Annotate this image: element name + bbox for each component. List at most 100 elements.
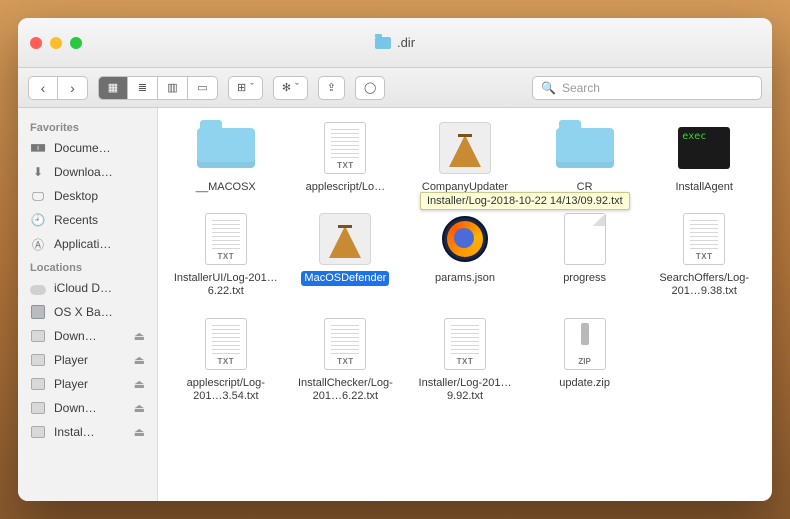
file-item[interactable]: progress	[529, 213, 641, 299]
file-grid: __MACOSXapplescript/Lo…CompanyUpdaterCRe…	[158, 108, 772, 501]
file-label: InstallChecker/Log-201…6.22.txt	[290, 376, 402, 404]
sidebar-item-osx[interactable]: OS X Ba…	[18, 300, 157, 324]
file-label: progress	[560, 271, 609, 286]
eject-icon[interactable]: ⏏	[134, 353, 145, 367]
file-item[interactable]: InstallerUI/Log-201…6.22.txt	[170, 213, 282, 299]
file-label: applescript/Log-201…3.54.txt	[170, 376, 282, 404]
file-item[interactable]: MacOSDefender	[290, 213, 402, 299]
folder-icon	[375, 37, 391, 49]
window-body: Favorites 🀰Docume… ⬇Downloa… 🖵Desktop 🕘R…	[18, 108, 772, 501]
finder-window: .dir ‹ › ▦ ≣ ▥ ▭ ⊞ˇ ✻ˇ ⇪ ◯ 🔍 Search Favo…	[18, 18, 772, 501]
view-switcher: ▦ ≣ ▥ ▭	[98, 76, 218, 100]
arrange-menu[interactable]: ⊞ˇ	[228, 76, 263, 100]
sidebar-item-volume[interactable]: Player⏏	[18, 372, 157, 396]
sidebar-item-recents[interactable]: 🕘Recents	[18, 208, 157, 232]
window-controls	[30, 37, 82, 49]
file-item[interactable]: params.json	[409, 213, 521, 299]
file-label: Installer/Log-201…9.92.txt	[409, 376, 521, 404]
action-menu[interactable]: ✻ˇ	[273, 76, 308, 100]
sidebar-item-icloud[interactable]: iCloud D…	[18, 276, 157, 300]
eject-icon[interactable]: ⏏	[134, 377, 145, 391]
file-item[interactable]: CompanyUpdater	[409, 122, 521, 195]
search-field[interactable]: 🔍 Search	[532, 76, 762, 100]
file-label: MacOSDefender	[301, 271, 389, 286]
nav-buttons: ‹ ›	[28, 76, 88, 100]
share-icon: ⇪	[327, 81, 336, 94]
file-label: applescript/Lo…	[303, 180, 389, 195]
cloud-icon	[30, 280, 46, 296]
sidebar-item-desktop[interactable]: 🖵Desktop	[18, 184, 157, 208]
list-view-button[interactable]: ≣	[128, 76, 158, 100]
chevron-down-icon: ˇ	[295, 82, 299, 94]
zip-file-icon	[564, 318, 606, 370]
clock-icon: 🕘	[30, 212, 46, 228]
txt-file-icon	[444, 318, 486, 370]
forward-button[interactable]: ›	[58, 76, 88, 100]
close-button[interactable]	[30, 37, 42, 49]
sidebar-item-downloads[interactable]: ⬇Downloa…	[18, 160, 157, 184]
drive-icon	[30, 424, 46, 440]
drive-icon	[30, 328, 46, 344]
tags-button[interactable]: ◯	[355, 76, 385, 100]
eject-icon[interactable]: ⏏	[134, 425, 145, 439]
file-label: update.zip	[556, 376, 613, 391]
disk-icon	[30, 304, 46, 320]
search-icon: 🔍	[541, 81, 556, 95]
file-label: params.json	[432, 271, 498, 286]
downloads-icon: ⬇	[30, 164, 46, 180]
file-item[interactable]: applescript/Log-201…3.54.txt	[170, 318, 282, 404]
titlebar: .dir	[18, 18, 772, 68]
drive-icon	[30, 400, 46, 416]
folder-icon	[197, 128, 255, 168]
icon-view-button[interactable]: ▦	[98, 76, 128, 100]
chevron-left-icon: ‹	[41, 81, 46, 95]
app-icon	[319, 213, 371, 265]
back-button[interactable]: ‹	[28, 76, 58, 100]
tooltip: Installer/Log-2018-10-22 14/13/09.92.txt	[420, 192, 630, 210]
doc-icon: 🀰	[30, 140, 46, 156]
file-item[interactable]: Installer/Log-201…9.92.txt	[409, 318, 521, 404]
gear-icon: ✻	[282, 81, 291, 94]
txt-file-icon	[205, 213, 247, 265]
sidebar-item-volume[interactable]: Instal…⏏	[18, 420, 157, 444]
app-icon	[439, 122, 491, 174]
toolbar: ‹ › ▦ ≣ ▥ ▭ ⊞ˇ ✻ˇ ⇪ ◯ 🔍 Search	[18, 68, 772, 108]
exec-icon: exec	[678, 127, 730, 169]
sidebar-item-documents[interactable]: 🀰Docume…	[18, 136, 157, 160]
sidebar-item-volume[interactable]: Player⏏	[18, 348, 157, 372]
sidebar: Favorites 🀰Docume… ⬇Downloa… 🖵Desktop 🕘R…	[18, 108, 158, 501]
eject-icon[interactable]: ⏏	[134, 401, 145, 415]
grid-icon: ⊞	[237, 81, 246, 94]
file-item[interactable]: __MACOSX	[170, 122, 282, 195]
column-view-button[interactable]: ▥	[158, 76, 188, 100]
gallery-view-button[interactable]: ▭	[188, 76, 218, 100]
file-item[interactable]: InstallChecker/Log-201…6.22.txt	[290, 318, 402, 404]
file-item[interactable]: SearchOffers/Log-201…9.38.txt	[648, 213, 760, 299]
tag-icon: ◯	[364, 81, 376, 94]
file-label: __MACOSX	[193, 180, 259, 195]
share-button[interactable]: ⇪	[318, 76, 345, 100]
file-label: SearchOffers/Log-201…9.38.txt	[648, 271, 760, 299]
search-placeholder: Search	[562, 81, 600, 95]
sidebar-item-applications[interactable]: ⒶApplicati…	[18, 232, 157, 256]
sidebar-item-volume[interactable]: Down…⏏	[18, 324, 157, 348]
sidebar-item-volume[interactable]: Down…⏏	[18, 396, 157, 420]
folder-icon	[556, 128, 614, 168]
file-label: InstallAgent	[672, 180, 735, 195]
apps-icon: Ⓐ	[30, 236, 46, 252]
file-item[interactable]: update.zip	[529, 318, 641, 404]
file-item[interactable]: exec InstallAgent	[648, 122, 760, 195]
title-text: .dir	[397, 35, 415, 50]
txt-file-icon	[324, 122, 366, 174]
eject-icon[interactable]: ⏏	[134, 329, 145, 343]
minimize-button[interactable]	[50, 37, 62, 49]
txt-file-icon	[324, 318, 366, 370]
sidebar-heading-locations: Locations	[18, 256, 157, 276]
txt-file-icon	[205, 318, 247, 370]
file-item[interactable]: CR	[529, 122, 641, 195]
window-title: .dir	[375, 35, 415, 50]
file-icon	[564, 213, 606, 265]
zoom-button[interactable]	[70, 37, 82, 49]
file-item[interactable]: applescript/Lo…	[290, 122, 402, 195]
firefox-icon	[442, 216, 488, 262]
